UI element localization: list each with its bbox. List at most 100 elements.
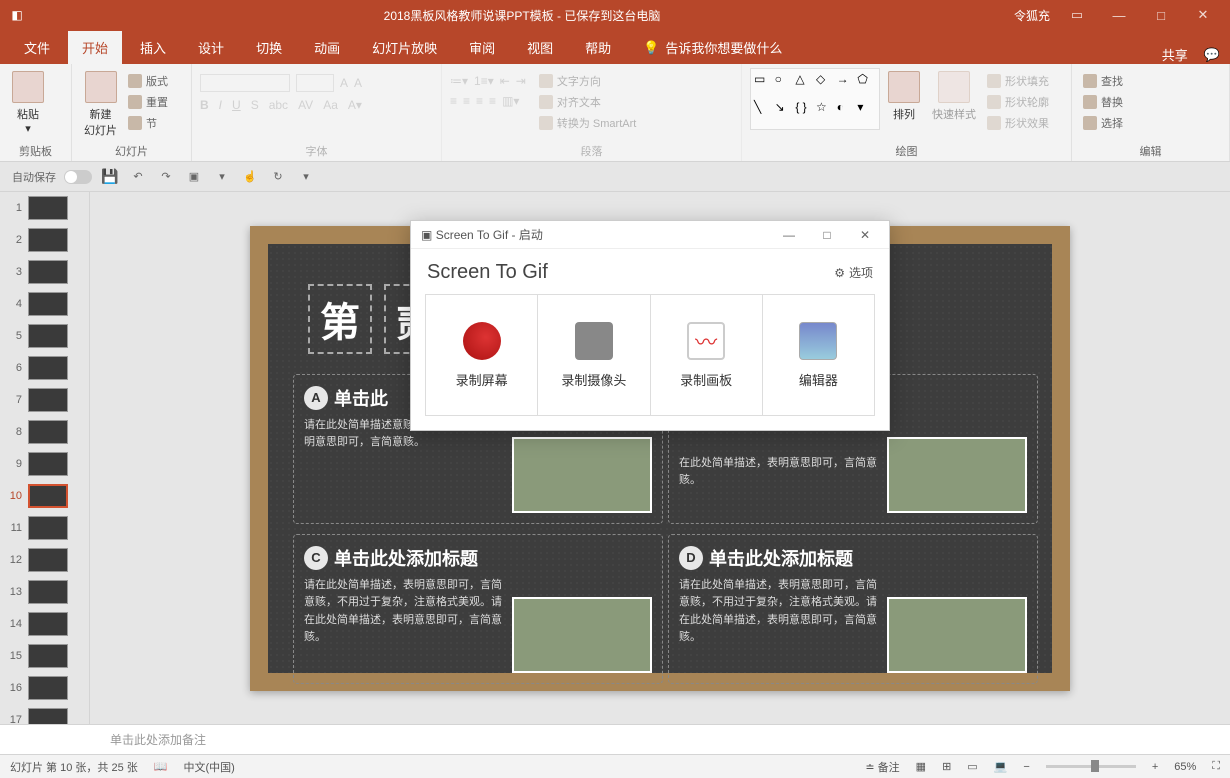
content-card-c[interactable]: C单击此处添加标题 请在此处简单描述，表明意思即可，言简意赅，不用过于复杂，注意… (293, 534, 663, 684)
shapeeffects-button[interactable]: 形状效果 (984, 114, 1052, 132)
shrink-font-icon[interactable]: A (354, 76, 362, 90)
content-card-d[interactable]: D单击此处添加标题 请在此处简单描述，表明意思即可，言简意赅，不用过于复杂，注意… (668, 534, 1038, 684)
case-button[interactable]: Aa (323, 98, 338, 112)
quickstyles-button[interactable]: 快速样式 (928, 68, 980, 125)
italic-button[interactable]: I (219, 98, 222, 112)
fontsize-combo[interactable] (296, 74, 334, 92)
zoom-out-button[interactable]: − (1023, 761, 1029, 773)
ribbon-options-icon[interactable]: ▭ (1062, 7, 1092, 23)
tab-design[interactable]: 设计 (184, 31, 238, 64)
strike-button[interactable]: S (251, 98, 259, 112)
font-combo[interactable] (200, 74, 290, 92)
redo-button[interactable]: ↷ (156, 167, 176, 187)
fit-to-window-icon[interactable]: ⛶ (1212, 760, 1220, 773)
save-button[interactable]: 💾 (100, 167, 120, 187)
thumbnail-9[interactable]: 9 (0, 448, 89, 480)
thumbnail-6[interactable]: 6 (0, 352, 89, 384)
thumbnail-1[interactable]: 1 (0, 192, 89, 224)
shapefill-button[interactable]: 形状填充 (984, 72, 1052, 90)
justify-button[interactable]: ≡ (489, 94, 496, 108)
spellcheck-icon[interactable]: 📖 (154, 760, 168, 773)
minimize-icon[interactable]: — (1104, 8, 1134, 23)
thumbnail-2[interactable]: 2 (0, 224, 89, 256)
textdir-button[interactable]: 文字方向 (536, 72, 639, 90)
slideshow-from-start-button[interactable]: ▣ (184, 167, 204, 187)
paste-button[interactable]: 粘贴▾ (8, 68, 48, 138)
editor-button[interactable]: 编辑器 (763, 295, 874, 415)
record-screen-button[interactable]: 录制屏幕 (426, 295, 538, 415)
columns-button[interactable]: ▥▾ (502, 94, 519, 108)
thumbnail-3[interactable]: 3 (0, 256, 89, 288)
thumbnail-17[interactable]: 17 (0, 704, 89, 724)
record-board-button[interactable]: 〰录制画板 (651, 295, 763, 415)
view-sorter-icon[interactable]: ⊞ (942, 760, 951, 773)
thumbnail-8[interactable]: 8 (0, 416, 89, 448)
comments-icon[interactable]: 💬 (1204, 47, 1220, 63)
notes-pane[interactable]: 单击此处添加备注 (0, 724, 1230, 754)
thumbnail-10[interactable]: 10 (0, 480, 89, 512)
view-slideshow-icon[interactable]: 💻 (994, 760, 1008, 773)
thumbnail-13[interactable]: 13 (0, 576, 89, 608)
thumbnail-15[interactable]: 15 (0, 640, 89, 672)
thumbnail-14[interactable]: 14 (0, 608, 89, 640)
qat-dropdown[interactable]: ▾ (296, 167, 316, 187)
tab-home[interactable]: 开始 (68, 31, 122, 64)
shadow-button[interactable]: abc (269, 98, 288, 112)
indent-dec-button[interactable]: ⇤ (500, 74, 510, 88)
thumbnail-12[interactable]: 12 (0, 544, 89, 576)
fontcolor-button[interactable]: A▾ (348, 98, 362, 112)
replace-button[interactable]: 替换 (1080, 93, 1126, 111)
maximize-icon[interactable]: □ (1146, 8, 1176, 23)
qat-more-button[interactable]: ▾ (212, 167, 232, 187)
new-slide-button[interactable]: 新建 幻灯片 (80, 68, 121, 141)
align-right-button[interactable]: ≡ (476, 94, 483, 108)
layout-button[interactable]: 版式 (125, 72, 171, 90)
select-button[interactable]: 选择 (1080, 114, 1126, 132)
status-language[interactable]: 中文(中国) (183, 759, 234, 775)
bullets-button[interactable]: ≔▾ (450, 74, 468, 88)
indent-inc-button[interactable]: ⇥ (516, 74, 526, 88)
thumbnail-4[interactable]: 4 (0, 288, 89, 320)
thumbnail-panel[interactable]: 1234567891011121314151617 (0, 192, 90, 724)
qat-custom-button[interactable]: ↻ (268, 167, 288, 187)
tab-transition[interactable]: 切换 (242, 31, 296, 64)
find-button[interactable]: 查找 (1080, 72, 1126, 90)
zoom-slider[interactable] (1046, 765, 1136, 768)
user-name[interactable]: 令狐充 (1014, 7, 1050, 24)
numbering-button[interactable]: 1≡▾ (474, 74, 494, 88)
tab-slideshow[interactable]: 幻灯片放映 (358, 31, 451, 64)
share-button[interactable]: 共享 (1162, 45, 1188, 64)
thumbnail-16[interactable]: 16 (0, 672, 89, 704)
close-icon[interactable]: ✕ (1188, 7, 1218, 23)
underline-button[interactable]: U (232, 98, 241, 112)
spacing-button[interactable]: AV (298, 98, 313, 112)
tab-animation[interactable]: 动画 (300, 31, 354, 64)
view-normal-icon[interactable]: ▦ (916, 760, 926, 773)
dialog-close-button[interactable]: ✕ (847, 228, 883, 242)
thumbnail-7[interactable]: 7 (0, 384, 89, 416)
dialog-options-button[interactable]: ⚙选项 (834, 264, 873, 281)
view-reading-icon[interactable]: ▭ (967, 760, 977, 773)
zoom-in-button[interactable]: + (1152, 761, 1158, 773)
align-center-button[interactable]: ≡ (463, 94, 470, 108)
aligntext-button[interactable]: 对齐文本 (536, 93, 639, 111)
bold-button[interactable]: B (200, 98, 209, 112)
dialog-maximize-button[interactable]: □ (809, 228, 845, 242)
smartart-button[interactable]: 转换为 SmartArt (536, 114, 639, 132)
thumbnail-11[interactable]: 11 (0, 512, 89, 544)
tab-insert[interactable]: 插入 (126, 31, 180, 64)
status-slide[interactable]: 幻灯片 第 10 张，共 25 张 (10, 759, 138, 775)
undo-button[interactable]: ↶ (128, 167, 148, 187)
shapes-gallery[interactable]: ▭○△◇→⬠ ╲↘{ }☆◐▾ (750, 68, 880, 130)
record-camera-button[interactable]: 录制摄像头 (538, 295, 650, 415)
tab-view[interactable]: 视图 (513, 31, 567, 64)
arrange-button[interactable]: 排列 (884, 68, 924, 125)
align-left-button[interactable]: ≡ (450, 94, 457, 108)
tab-review[interactable]: 审阅 (455, 31, 509, 64)
tab-file[interactable]: 文件 (10, 31, 64, 64)
autosave-toggle[interactable] (64, 170, 92, 184)
thumbnail-5[interactable]: 5 (0, 320, 89, 352)
grow-font-icon[interactable]: A (340, 76, 348, 90)
section-button[interactable]: 节 (125, 114, 171, 132)
zoom-level[interactable]: 65% (1174, 761, 1196, 773)
